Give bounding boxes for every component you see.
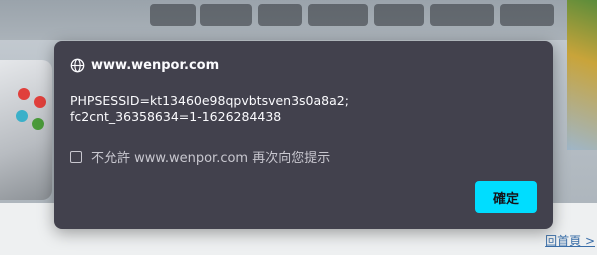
dialog-origin: www.wenpor.com xyxy=(91,58,220,73)
suppress-prompt-row[interactable]: 不允許 www.wenpor.com 再次向您提示 xyxy=(70,147,330,166)
globe-icon xyxy=(70,58,85,73)
message-line: PHPSESSID=kt13460e98qpvbtsven3s0a8a2; xyxy=(70,93,349,108)
dialog-message: PHPSESSID=kt13460e98qpvbtsven3s0a8a2; fc… xyxy=(70,93,530,125)
ok-button[interactable]: 確定 xyxy=(475,181,537,213)
message-line: fc2cnt_36358634=1-1626284438 xyxy=(70,109,282,124)
dialog-header: www.wenpor.com xyxy=(70,58,219,73)
device-image xyxy=(0,60,52,200)
suppress-prompt-label: 不允許 www.wenpor.com 再次向您提示 xyxy=(91,151,331,166)
suppress-prompt-checkbox[interactable] xyxy=(70,150,82,163)
banner-title-strip xyxy=(0,0,597,40)
product-image xyxy=(567,0,597,150)
page-background: 回首頁 > www.wenpor.com PHPSESSID=kt13460e9… xyxy=(0,0,597,255)
home-link[interactable]: 回首頁 > xyxy=(545,232,595,249)
prompt-dialog: www.wenpor.com PHPSESSID=kt13460e98qpvbt… xyxy=(54,41,553,229)
